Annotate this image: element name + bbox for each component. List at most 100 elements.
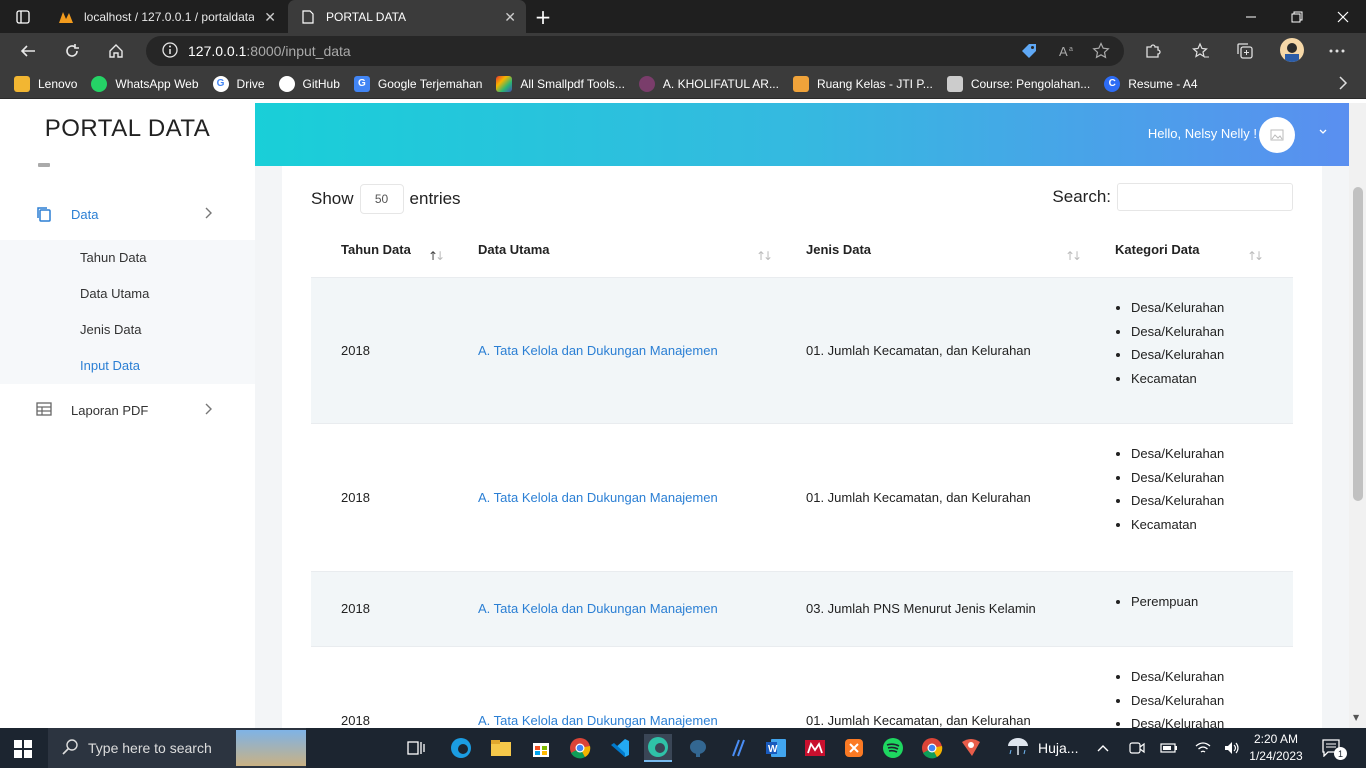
bookmark-whatsapp[interactable]: WhatsApp Web bbox=[91, 75, 199, 92]
tab-title: localhost / 127.0.0.1 / portaldata bbox=[84, 9, 254, 24]
microsoft-store-icon[interactable] bbox=[527, 734, 555, 762]
postgresql-icon[interactable] bbox=[684, 734, 712, 762]
bookmark-label: WhatsApp Web bbox=[115, 76, 199, 91]
sidebar: PORTAL DATA Data Tahun Data Data Utama J… bbox=[0, 103, 255, 728]
cell-data-utama-link[interactable]: A. Tata Kelola dan Dukungan Manajemen bbox=[478, 713, 718, 728]
volume-icon[interactable] bbox=[1224, 728, 1240, 768]
cell-data-utama-link[interactable]: A. Tata Kelola dan Dukungan Manajemen bbox=[478, 601, 718, 616]
vscode-icon[interactable] bbox=[606, 734, 634, 762]
svg-text:A: A bbox=[1059, 44, 1068, 59]
page-scrollbar[interactable]: ▼ bbox=[1349, 103, 1366, 728]
site-info-icon[interactable] bbox=[162, 41, 178, 61]
close-tab-icon[interactable]: ✕ bbox=[264, 9, 276, 26]
table-row: 2018 A. Tata Kelola dan Dukungan Manajem… bbox=[311, 277, 1293, 423]
word-icon[interactable]: W bbox=[762, 734, 790, 762]
bookmark-kholifatul[interactable]: A. KHOLIFATUL AR... bbox=[638, 75, 779, 92]
user-avatar[interactable] bbox=[1259, 117, 1295, 153]
task-view-icon[interactable] bbox=[402, 734, 430, 762]
cell-data-utama-link[interactable]: A. Tata Kelola dan Dukungan Manajemen bbox=[478, 490, 718, 505]
mendeley-icon[interactable] bbox=[801, 734, 829, 762]
meet-now-icon[interactable] bbox=[1129, 728, 1145, 768]
chrome-profile-icon[interactable] bbox=[918, 734, 946, 762]
submenu-tahun-data[interactable]: Tahun Data bbox=[80, 250, 147, 265]
bookmark-resume[interactable]: C Resume - A4 bbox=[1104, 75, 1198, 92]
svg-text:W: W bbox=[768, 744, 778, 755]
tab-phpmyadmin[interactable]: localhost / 127.0.0.1 / portaldata ✕ bbox=[46, 0, 286, 33]
sort-icon[interactable]: ↑↓ bbox=[1247, 249, 1264, 263]
browser-tab-strip: localhost / 127.0.0.1 / portaldata ✕ POR… bbox=[0, 0, 1366, 33]
restore-icon[interactable] bbox=[1274, 0, 1320, 33]
tab-portal-data[interactable]: PORTAL DATA ✕ bbox=[288, 0, 526, 33]
snipping-tool-icon[interactable] bbox=[957, 734, 985, 762]
submenu-input-data[interactable]: Input Data bbox=[80, 358, 140, 373]
shopping-tag-icon[interactable] bbox=[1018, 40, 1040, 62]
page-icon bbox=[300, 9, 316, 25]
sidebar-item-data[interactable]: Data bbox=[0, 194, 255, 234]
home-icon[interactable] bbox=[102, 39, 130, 63]
column-header-data-utama[interactable]: Data Utama bbox=[478, 242, 550, 257]
read-aloud-icon[interactable]: Aa bbox=[1056, 40, 1078, 62]
bookmark-lenovo[interactable]: Lenovo bbox=[14, 75, 77, 92]
url-bar[interactable]: 127.0.0.1 :8000/input_data bbox=[146, 36, 1124, 66]
weather-widget[interactable]: Huja... bbox=[1006, 728, 1078, 768]
more-menu-icon[interactable] bbox=[1326, 40, 1348, 62]
wifi-icon[interactable] bbox=[1195, 728, 1211, 768]
spotify-icon[interactable] bbox=[879, 734, 907, 762]
minimize-icon[interactable] bbox=[1228, 0, 1274, 33]
sidebar-item-laporan-pdf[interactable]: Laporan PDF bbox=[0, 390, 255, 430]
submenu-jenis-data[interactable]: Jenis Data bbox=[80, 322, 141, 337]
url-path: :8000/input_data bbox=[246, 43, 351, 59]
entries-length-control: Show 50 entries bbox=[311, 184, 461, 214]
new-tab-button[interactable]: + bbox=[520, 0, 566, 33]
notifications-icon[interactable]: 1 bbox=[1322, 728, 1347, 768]
xampp-icon[interactable] bbox=[840, 734, 868, 762]
close-tab-icon[interactable]: ✕ bbox=[504, 9, 516, 26]
edge-icon[interactable] bbox=[447, 734, 475, 762]
xd-slash-icon[interactable] bbox=[724, 734, 752, 762]
favorites-icon[interactable] bbox=[1190, 40, 1212, 62]
search-icon bbox=[62, 738, 78, 758]
extensions-icon[interactable] bbox=[1142, 40, 1164, 62]
battery-icon[interactable] bbox=[1160, 728, 1178, 768]
list-item: Desa/Kelurahan bbox=[1131, 296, 1224, 320]
cell-data-utama-link[interactable]: A. Tata Kelola dan Dukungan Manajemen bbox=[478, 343, 718, 358]
table-icon bbox=[36, 402, 52, 418]
bookmark-smallpdf[interactable]: All Smallpdf Tools... bbox=[496, 75, 625, 92]
show-hidden-icons-chevron-icon[interactable] bbox=[1097, 728, 1109, 768]
scrollbar-thumb[interactable] bbox=[1353, 187, 1363, 501]
bookmark-course[interactable]: Course: Pengolahan... bbox=[946, 75, 1090, 92]
column-header-kategori-data[interactable]: Kategori Data bbox=[1115, 242, 1200, 257]
bookmark-github[interactable]: GitHub bbox=[278, 75, 340, 92]
column-header-tahun-data[interactable]: Tahun Data bbox=[341, 242, 411, 257]
edge-active-icon[interactable] bbox=[644, 734, 672, 762]
back-icon[interactable] bbox=[14, 39, 42, 63]
chrome-icon[interactable] bbox=[566, 734, 594, 762]
search-input[interactable] bbox=[1117, 183, 1293, 211]
refresh-icon[interactable] bbox=[58, 39, 86, 63]
url-host: 127.0.0.1 bbox=[188, 43, 247, 59]
file-explorer-icon[interactable] bbox=[487, 734, 515, 762]
bookmarks-bar: Lenovo WhatsApp Web G Drive GitHub G Googl… bbox=[0, 69, 1366, 99]
page-viewport: PORTAL DATA Data Tahun Data Data Utama J… bbox=[0, 103, 1366, 728]
taskbar-search[interactable]: Type here to search bbox=[48, 728, 306, 768]
sort-ascending-icon[interactable]: ↑↓ bbox=[428, 249, 445, 263]
user-menu-caret-icon[interactable] bbox=[1319, 127, 1327, 138]
profile-avatar[interactable] bbox=[1280, 38, 1304, 62]
scroll-down-arrow-icon[interactable]: ▼ bbox=[1353, 713, 1359, 722]
tab-actions-icon[interactable] bbox=[0, 0, 46, 33]
close-window-icon[interactable] bbox=[1320, 0, 1366, 33]
favorite-star-icon[interactable] bbox=[1090, 40, 1112, 62]
bookmarks-overflow-icon[interactable] bbox=[1338, 76, 1348, 93]
submenu-data-utama[interactable]: Data Utama bbox=[80, 286, 149, 301]
bookmark-translate[interactable]: G Google Terjemahan bbox=[353, 75, 482, 92]
column-header-jenis-data[interactable]: Jenis Data bbox=[806, 242, 871, 257]
taskbar-clock[interactable]: 2:20 AM 1/24/2023 bbox=[1248, 731, 1304, 765]
list-item: Kecamatan bbox=[1131, 513, 1224, 537]
windows-start-icon[interactable] bbox=[14, 740, 32, 758]
bookmark-ruang-kelas[interactable]: Ruang Kelas - JTI P... bbox=[792, 75, 933, 92]
sort-icon[interactable]: ↑↓ bbox=[756, 249, 773, 263]
collections-icon[interactable] bbox=[1234, 40, 1256, 62]
entries-select[interactable]: 50 bbox=[359, 184, 404, 214]
sort-icon[interactable]: ↑↓ bbox=[1065, 249, 1082, 263]
bookmark-drive[interactable]: G Drive bbox=[212, 75, 265, 92]
